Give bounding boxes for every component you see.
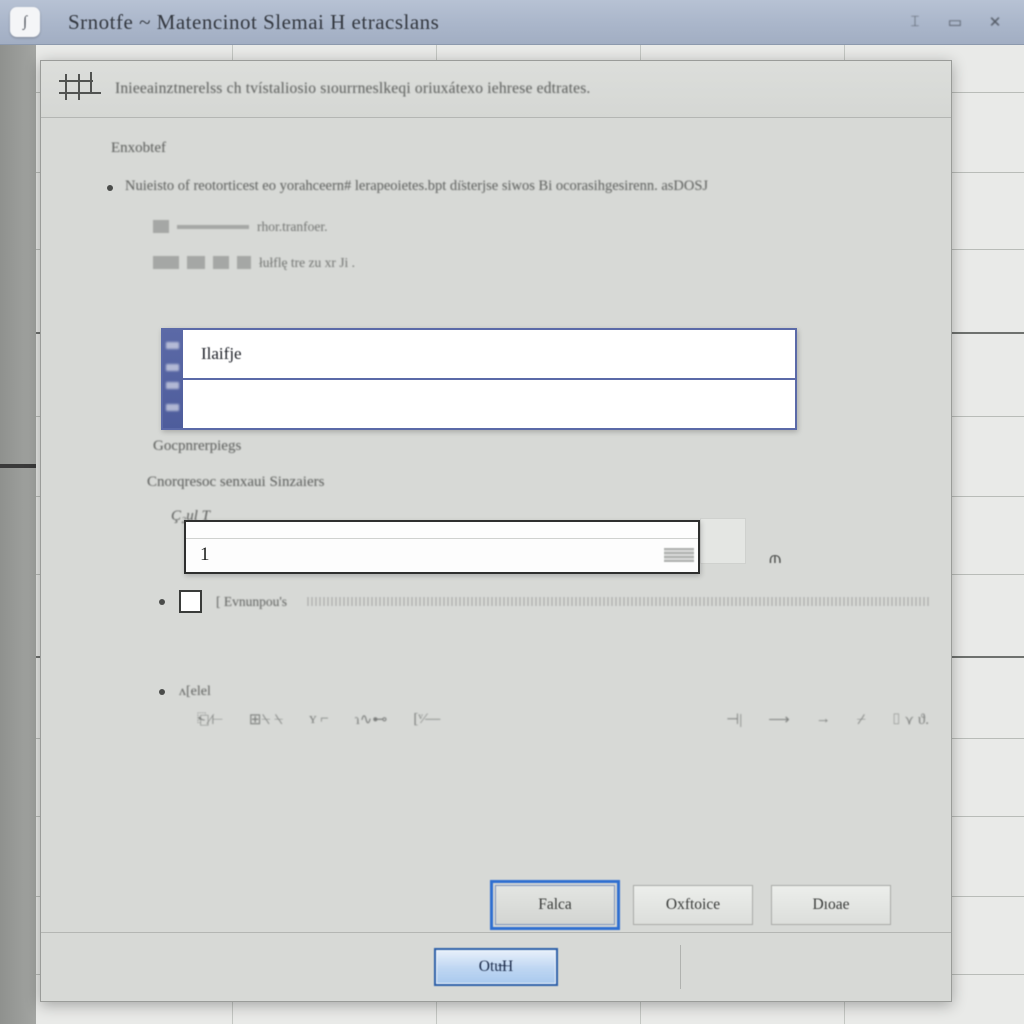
intro-bullet-item: Nuieisto of reotorticest eo yorahceern# … [107, 177, 929, 197]
glyph-0: ⎗∕⊢ [197, 711, 223, 728]
background-left-panel [0, 44, 36, 1024]
quantity-field-group: 1 ⫙ [184, 518, 781, 574]
footer-divider [680, 945, 681, 989]
apply-button[interactable]: Falca [490, 880, 620, 930]
input-inline-button[interactable] [664, 548, 694, 562]
maximize-button[interactable]: ▭ [946, 11, 964, 33]
quantity-input[interactable]: 1 [184, 520, 700, 574]
dialog-title: Inieeainztnerelss ch tvístaliosio sıourr… [115, 80, 591, 97]
ok-button[interactable]: Otu̶H [434, 948, 558, 986]
last-bullet-group: ʌ[elel ⎗∕⊢ ⊞⍀ ⍀ ʏ ⌐ ɿ∿⊷ [ᵛ⁄— ⊣| ⟶ → ⌿ ⌷ … [159, 684, 929, 729]
minimize-button[interactable]: ⌶ [906, 11, 924, 33]
dialog-action-buttons: Falca Oxftoice Dıoae [41, 877, 951, 933]
glyph-3: ɿ∿⊷ [354, 712, 388, 728]
glyph-9: ⌷ ⋎ ϑ. [891, 711, 929, 728]
dialog-header: Inieeainztnerelss ch tvístaliosio sıourr… [41, 61, 951, 118]
glyph-rule-icon [177, 224, 249, 229]
field-label-2: łułflę tre zu xr Ji . [153, 255, 929, 271]
stepper-icon[interactable]: ⫙ [769, 548, 781, 568]
section-label-1: Gocpnrerpiegs [153, 438, 242, 454]
checkbox-row: [ Evnunpou's [159, 590, 929, 613]
table-grid-icon [59, 72, 101, 106]
glyph-block5-icon [237, 256, 251, 270]
dialog-body: Enxobtef Nuieisto of reotorticest eo yor… [41, 118, 951, 1001]
input-divider [186, 538, 698, 539]
listbox-rows: Ilaifje [183, 330, 795, 428]
list-item[interactable] [183, 380, 795, 428]
modal-dialog: Inieeainztnerelss ch tvístaliosio sıourr… [40, 60, 952, 1002]
glyph-4: [ᵛ⁄— [413, 711, 441, 727]
close-button[interactable]: Dıoae [771, 885, 891, 925]
enable-checkbox-label: [ Evnunpou's [216, 593, 288, 609]
bullet-icon [159, 689, 165, 695]
last-bullet-header: ʌ[elel [159, 684, 929, 700]
window-title: Srnotfe ~ Matencinot Slemai H etracslans [68, 9, 440, 34]
list-item[interactable]: Ilaifje [183, 330, 795, 380]
window-controls: ⌶ ▭ ✕ [906, 11, 1004, 33]
options-button[interactable]: Oxftoice [633, 885, 753, 925]
glyph-block-icon [153, 220, 169, 234]
glyph-7: → [815, 711, 831, 727]
glyph-block2-icon [153, 256, 179, 270]
name-listbox[interactable]: Ilaifje [161, 328, 797, 430]
close-window-button[interactable]: ✕ [986, 11, 1004, 33]
last-bullet-glyph-row: ⎗∕⊢ ⊞⍀ ⍀ ʏ ⌐ ɿ∿⊷ [ᵛ⁄— ⊣| ⟶ → ⌿ ⌷ ⋎ ϑ. [197, 710, 929, 729]
window-titlebar[interactable]: ∫ Srnotfe ~ Matencinot Slemai H etracsla… [0, 0, 1024, 45]
glyph-5: ⊣| [726, 712, 743, 728]
input-adjacent-box [700, 518, 746, 564]
dialog-footer: Otu̶H [41, 932, 951, 1001]
enable-checkbox[interactable] [179, 590, 202, 613]
glyph-8: ⌿ [856, 711, 866, 728]
app-icon: ∫ [10, 7, 40, 37]
listbox-row-gutter[interactable] [163, 330, 183, 428]
glyph-block4-icon [213, 256, 229, 270]
field-label-2-text: łułflę tre zu xr Ji . [259, 254, 355, 270]
bullet-icon [159, 598, 165, 605]
last-bullet-label: ʌ[elel [179, 684, 211, 699]
glyph-2: ʏ ⌐ [309, 711, 329, 727]
field-label-1-text: rhor.tranfoer. [257, 218, 328, 234]
bullet-icon [107, 185, 113, 191]
glyph-6: ⟶ [768, 712, 790, 728]
quantity-input-value: 1 [200, 544, 210, 565]
field-label-1: rhor.tranfoer. [153, 219, 929, 235]
background-left-panel-divider [0, 464, 36, 468]
dotted-rule [307, 597, 929, 606]
intro-bullet-text: Nuieisto of reotorticest eo yorahceern# … [125, 178, 709, 194]
glyph-block3-icon [187, 256, 205, 270]
list-item-label: Ilaifje [201, 344, 242, 363]
glyph-1: ⊞⍀ ⍀ [248, 712, 284, 728]
intro-label: Enxobtef [111, 140, 166, 156]
section-label-2: Cnorqresoc senxaui Sinzaiers [147, 474, 325, 490]
